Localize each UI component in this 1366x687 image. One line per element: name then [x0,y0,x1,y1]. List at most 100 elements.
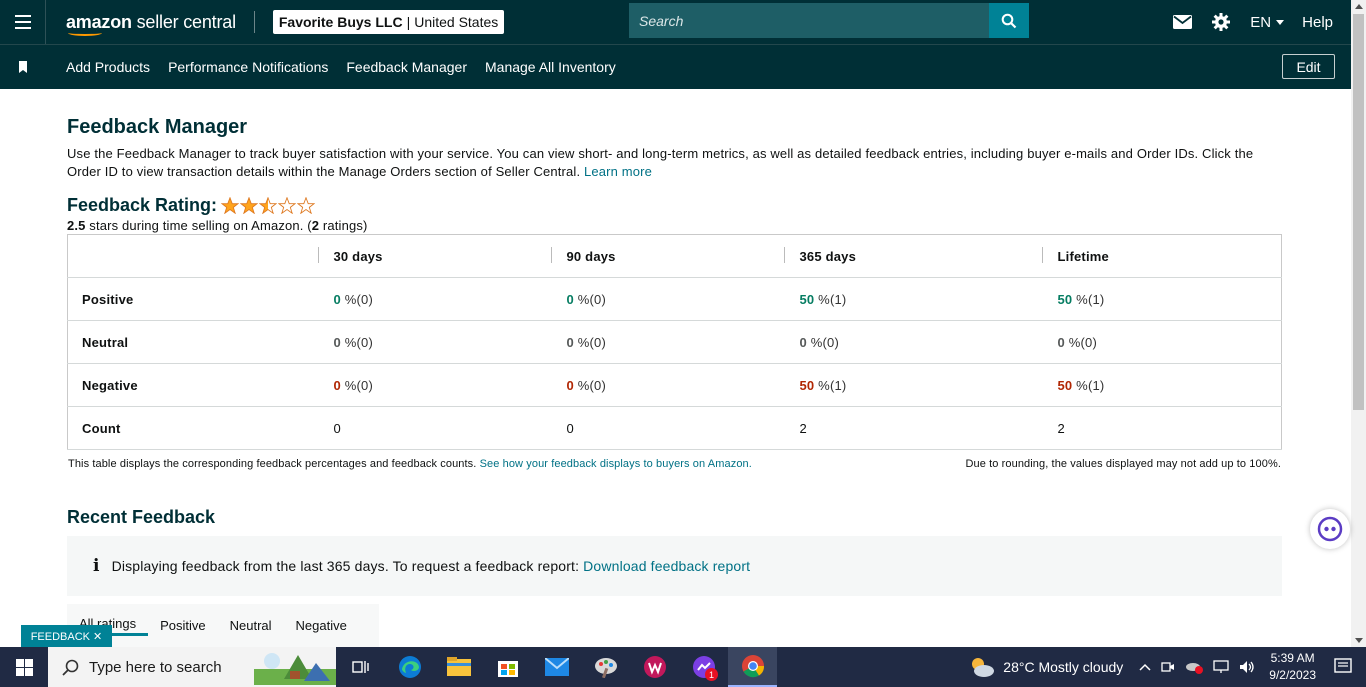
nav-bar: Add Products Performance Notifications F… [0,44,1351,89]
page-title: Feedback Manager [67,116,248,138]
cloudy-weather-icon [972,658,995,677]
page-description: Use the Feedback Manager to track buyer … [67,145,1282,181]
table-cell: 0 %(0) [1041,320,1282,364]
file-explorer-icon[interactable] [434,647,483,687]
feedback-display-link[interactable]: See how your feedback displays to buyers… [480,458,752,470]
table-cell: 0 %(0) [550,277,784,321]
star-half-icon [259,197,278,214]
scroll-thumb[interactable] [1353,14,1364,410]
top-header: amazon seller central Favorite Buys LLC |… [0,0,1351,44]
rating-tabs: All ratings Positive Neutral Negative [67,604,379,647]
rating-label: Feedback Rating: [67,195,218,215]
store-icon[interactable] [483,647,532,687]
table-cell: 2 [783,406,1042,450]
tab-neutral[interactable]: Neutral [218,618,284,633]
table-cell: 50 %(1) [783,363,1042,407]
table-header-blank [67,234,318,278]
chrome-icon[interactable] [728,647,777,687]
search-input[interactable]: Search [629,3,989,38]
table-cell: 0 %(0) [317,363,551,407]
star-empty-icon [297,197,316,214]
taskbar-search-placeholder: Type here to search [89,658,222,676]
download-report-link[interactable]: Download feedback report [583,558,750,574]
windows-start-icon[interactable] [0,658,48,676]
os-taskbar: Type here to search 1 28°C Mostly cloudy [0,647,1366,687]
task-view-icon[interactable] [336,647,385,687]
clock-date: 9/2/2023 [1269,668,1316,682]
tab-negative[interactable]: Negative [284,618,359,633]
meet-now-icon[interactable] [1161,660,1175,674]
search-icon [1001,13,1017,28]
seller-central-logo[interactable]: amazon seller central [66,11,236,36]
logo-brand: amazon [66,11,132,32]
column-header-365-days: 365 days [783,234,1042,278]
learn-more-link[interactable]: Learn more [584,164,652,179]
edit-nav-button[interactable]: Edit [1282,54,1335,79]
onedrive-error-icon[interactable] [1185,660,1204,674]
table-cell: 0 %(0) [317,277,551,321]
page-scrollbar[interactable] [1351,0,1366,647]
paint-icon[interactable] [581,647,630,687]
mail-icon[interactable] [532,647,581,687]
description-text: Use the Feedback Manager to track buyer … [67,146,1254,179]
star-full-icon [221,197,240,214]
table-cell: 50 %(1) [783,277,1042,321]
weather-widget[interactable]: 28°C Mostly cloudy [969,656,1123,678]
messenger-icon[interactable]: 1 [679,647,728,687]
chevron-up-icon[interactable] [1139,663,1151,671]
bookmark-icon[interactable] [0,61,46,73]
rating-value: 2.5 [67,218,86,233]
star-rating [221,197,316,214]
row-label-neutral: Neutral [67,320,318,364]
notification-badge: 1 [705,668,718,681]
scroll-up-icon[interactable] [1355,4,1363,9]
rating-text-end: ratings) [319,218,368,233]
clock[interactable]: 5:39 AM 9/2/2023 [1269,650,1316,684]
table-cell: 0 [317,406,551,450]
language-selector[interactable]: EN [1250,14,1285,31]
weather-text: 28°C Mostly cloudy [1003,659,1124,675]
feedback-widget-button[interactable]: FEEDBACK ✕ [21,625,112,647]
table-cell: 0 [550,406,784,450]
table-row: Neutral 0 %(0) 0 %(0) 0 %(0) 0 %(0) [67,320,1282,364]
info-text: Displaying feedback from the last 365 da… [111,558,580,574]
account-switcher[interactable]: Favorite Buys LLC | United States [272,10,505,34]
table-cell: 0 %(0) [317,320,551,364]
info-icon: i [93,556,100,576]
table-row: Count 0 0 2 2 [67,406,1282,450]
rating-text: stars during time selling on Amazon. ( [85,218,312,233]
tab-positive[interactable]: Positive [148,618,218,633]
table-cell: 0 %(0) [550,320,784,364]
network-icon[interactable] [1213,660,1229,674]
scroll-down-icon[interactable] [1355,638,1363,643]
taskbar-search[interactable]: Type here to search [48,647,336,687]
nav-item-manage-all-inventory[interactable]: Manage All Inventory [485,59,616,75]
help-link[interactable]: Help [1302,14,1333,31]
edge-icon[interactable] [385,647,434,687]
nav-item-performance-notifications[interactable]: Performance Notifications [168,59,328,75]
mail-icon[interactable] [1173,15,1193,29]
table-cell: 0 %(0) [783,320,1042,364]
search-icon [62,659,79,676]
menu-icon[interactable] [0,0,46,44]
nav-item-add-products[interactable]: Add Products [66,59,150,75]
search-button[interactable] [989,3,1029,38]
logo-product: seller central [131,11,236,32]
volume-icon[interactable] [1239,660,1255,674]
rounding-note: Due to rounding, the values displayed ma… [965,458,1281,470]
wps-icon[interactable] [630,647,679,687]
divider [253,11,255,33]
main-content: Feedback Manager Use the Feedback Manage… [67,89,1282,596]
gear-icon[interactable] [1212,13,1231,31]
notification-center-icon[interactable] [1334,658,1352,676]
table-cell: 50 %(1) [1041,277,1282,321]
row-label-count: Count [67,406,318,450]
system-tray: 28°C Mostly cloudy 5:39 AM 9/2/2023 [969,647,1366,687]
assistant-bot-icon[interactable] [1310,509,1350,549]
search-bar: Search [629,3,1029,38]
column-header-30-days: 30 days [317,234,551,278]
column-header-lifetime: Lifetime [1041,234,1282,278]
feedback-rating: Feedback Rating: [67,195,1282,216]
nav-item-feedback-manager[interactable]: Feedback Manager [346,59,467,75]
column-header-90-days: 90 days [550,234,784,278]
